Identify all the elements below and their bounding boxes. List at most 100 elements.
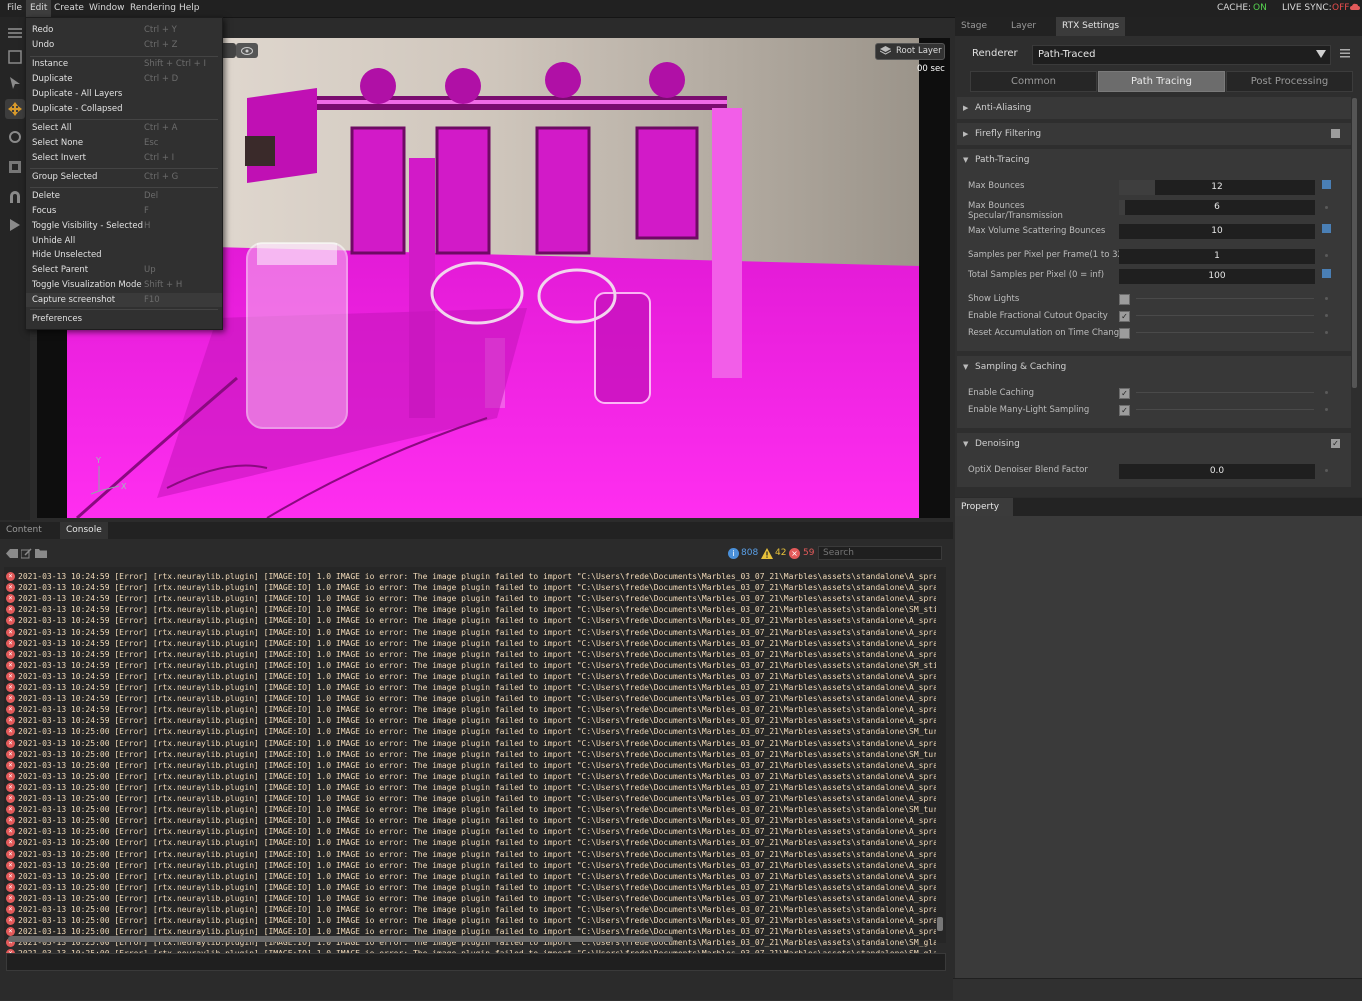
menu-item-unhide-all[interactable]: Unhide All <box>26 234 222 248</box>
menu-item-hide-unselected[interactable]: Hide Unselected <box>26 248 222 262</box>
tab-content[interactable]: Content <box>0 522 48 539</box>
section-firefly-filtering[interactable]: ▶ Firefly Filtering <box>957 123 1351 145</box>
tab-console[interactable]: Console <box>60 522 108 539</box>
menu-item-instance[interactable]: Instance Shift + Ctrl + I <box>26 57 222 71</box>
menu-item-select-all[interactable]: Select All Ctrl + A <box>26 121 222 135</box>
log-line[interactable]: × 2021-03-13 10:24:59 [Error] [rtx.neuray… <box>6 571 936 582</box>
menu-item-select-parent[interactable]: Select Parent Up <box>26 263 222 277</box>
log-horizontal-scrollbar[interactable] <box>8 936 673 942</box>
console-command-input[interactable] <box>6 953 946 971</box>
rotate-icon[interactable] <box>5 127 25 147</box>
menu-file[interactable]: File <box>3 0 26 17</box>
log-line[interactable]: ×2021-03-13 10:25:00 [Error] [rtx.neuray… <box>6 915 936 926</box>
renderer-dropdown[interactable]: Path-Traced <box>1032 45 1331 65</box>
menu-lines-icon[interactable] <box>1340 48 1350 61</box>
spp-frame-field[interactable]: 1 <box>1119 249 1315 264</box>
menu-item-group-selected[interactable]: Group Selected Ctrl + G <box>26 170 222 184</box>
chevron-down-icon[interactable]: ▼ <box>963 440 968 448</box>
move-icon[interactable] <box>5 99 25 119</box>
live-sync-status[interactable]: OFF <box>1332 0 1349 17</box>
log-line[interactable]: × 2021-03-13 10:24:59 [Error] [rtx.neuray… <box>6 682 936 693</box>
log-line[interactable]: ×2021-03-13 10:25:00 [Error] [rtx.neuray… <box>6 860 936 871</box>
log-line[interactable]: ×2021-03-13 10:25:00 [Error] [rtx.neuray… <box>6 849 936 860</box>
denoising-enable-checkbox[interactable]: ✓ <box>1331 439 1340 448</box>
error-icon[interactable]: × <box>789 548 800 559</box>
edit-icon[interactable] <box>20 548 32 562</box>
log-line[interactable]: × 2021-03-13 10:24:59 [Error] [rtx.neuray… <box>6 660 936 671</box>
total-spp-field[interactable]: 100 <box>1119 269 1315 284</box>
total-spp-reset-button[interactable] <box>1322 269 1331 278</box>
subtab-post-processing[interactable]: Post Processing <box>1226 71 1353 92</box>
max-bounces-field[interactable]: 12 <box>1119 180 1315 195</box>
max-bounces-reset-button[interactable] <box>1322 180 1331 189</box>
many-light-checkbox[interactable]: ✓ <box>1119 405 1130 416</box>
menu-item-redo[interactable]: Redo Ctrl + Y <box>26 23 222 37</box>
menu-item-capture-screenshot[interactable]: Capture screenshot F10 <box>26 293 222 307</box>
menu-item-duplicate[interactable]: Duplicate Ctrl + D <box>26 72 222 86</box>
transform-icon[interactable] <box>5 47 25 67</box>
folder-icon[interactable] <box>35 549 47 561</box>
fractional-cutout-checkbox[interactable]: ✓ <box>1119 311 1130 322</box>
reset-accum-checkbox[interactable] <box>1119 328 1130 339</box>
info-icon[interactable]: i <box>728 548 739 559</box>
log-line[interactable]: × 2021-03-13 10:24:59 [Error] [rtx.neuray… <box>6 715 936 726</box>
menu-item-select-invert[interactable]: Select Invert Ctrl + I <box>26 151 222 165</box>
show-lights-checkbox[interactable] <box>1119 294 1130 305</box>
tab-rtx-settings[interactable]: RTX Settings <box>1056 17 1126 36</box>
tab-layer[interactable]: Layer <box>1005 17 1042 36</box>
clear-log-icon[interactable] <box>6 549 18 561</box>
log-line[interactable]: × 2021-03-13 10:24:59 [Error] [rtx.neuray… <box>6 593 936 604</box>
enable-caching-checkbox[interactable]: ✓ <box>1119 388 1130 399</box>
log-line[interactable]: × 2021-03-13 10:24:59 [Error] [rtx.neuray… <box>6 582 936 593</box>
tab-property[interactable]: Property <box>955 498 1013 516</box>
log-line[interactable]: ×2021-03-13 10:25:00 [Error] [rtx.neuray… <box>6 804 936 815</box>
max-volume-field[interactable]: 10 <box>1119 224 1315 239</box>
log-line[interactable]: ×2021-03-13 10:25:00 [Error] [rtx.neuray… <box>6 837 936 848</box>
log-line[interactable]: ×2021-03-13 10:25:00 [Error] [rtx.neuray… <box>6 771 936 782</box>
panel-scrollbar[interactable] <box>1352 98 1357 388</box>
menu-rendering[interactable]: Rendering <box>126 0 180 17</box>
max-volume-reset-button[interactable] <box>1322 224 1331 233</box>
menu-item-focus[interactable]: Focus F <box>26 204 222 218</box>
console-search-input[interactable] <box>818 546 942 560</box>
menu-item-toggle-visibility[interactable]: Toggle Visibility - Selected H <box>26 219 222 233</box>
log-line[interactable]: ×2021-03-13 10:25:00 [Error] [rtx.neuray… <box>6 738 936 749</box>
menu-item-duplicate-collapsed[interactable]: Duplicate - Collapsed <box>26 102 222 116</box>
scale-icon[interactable] <box>5 157 25 177</box>
menu-edit[interactable]: Edit <box>26 0 52 17</box>
log-line[interactable]: × 2021-03-13 10:24:59 [Error] [rtx.neuray… <box>6 693 936 704</box>
select-arrow-icon[interactable] <box>5 73 25 93</box>
eye-icon[interactable] <box>236 43 258 58</box>
log-line[interactable]: ×2021-03-13 10:25:00 [Error] [rtx.neuray… <box>6 793 936 804</box>
tab-stage[interactable]: Stage <box>955 17 993 36</box>
cache-status[interactable]: ON <box>1253 0 1267 17</box>
menu-create[interactable]: Create <box>50 0 88 17</box>
log-line[interactable]: × 2021-03-13 10:24:59 [Error] [rtx.neuray… <box>6 604 936 615</box>
menu-item-duplicate-all-layers[interactable]: Duplicate - All Layers <box>26 87 222 101</box>
menu-item-toggle-visualization[interactable]: Toggle Visualization Mode Shift + H <box>26 278 222 292</box>
snap-magnet-icon[interactable] <box>5 187 25 207</box>
firefly-enable-checkbox[interactable] <box>1331 129 1340 138</box>
max-bounces-spec-field[interactable]: 6 <box>1119 200 1315 215</box>
log-line[interactable]: × 2021-03-13 10:24:59 [Error] [rtx.neuray… <box>6 638 936 649</box>
log-line[interactable]: × 2021-03-13 10:24:59 [Error] [rtx.neuray… <box>6 627 936 638</box>
menu-window[interactable]: Window <box>85 0 129 17</box>
log-line[interactable]: ×2021-03-13 10:25:00 [Error] [rtx.neuray… <box>6 826 936 837</box>
log-line[interactable]: ×2021-03-13 10:25:00 [Error] [rtx.neuray… <box>6 782 936 793</box>
menu-help[interactable]: Help <box>175 0 204 17</box>
log-line[interactable]: ×2021-03-13 10:25:00 [Error] [rtx.neuray… <box>6 726 936 737</box>
log-line[interactable]: × 2021-03-13 10:24:59 [Error] [rtx.neuray… <box>6 649 936 660</box>
warning-icon[interactable] <box>761 548 773 562</box>
subtab-path-tracing[interactable]: Path Tracing <box>1098 71 1225 92</box>
menu-item-preferences[interactable]: Preferences <box>26 312 222 326</box>
denoiser-blend-field[interactable]: 0.0 <box>1119 464 1315 479</box>
section-anti-aliasing[interactable]: ▶ Anti-Aliasing <box>957 97 1351 119</box>
log-line[interactable]: ×2021-03-13 10:25:00 [Error] [rtx.neuray… <box>6 882 936 893</box>
log-line[interactable]: ×2021-03-13 10:25:00 [Error] [rtx.neuray… <box>6 815 936 826</box>
menu-item-undo[interactable]: Undo Ctrl + Z <box>26 38 222 52</box>
hamburger-icon[interactable] <box>5 23 25 43</box>
root-layer-button[interactable]: Root Layer <box>875 43 945 60</box>
menu-item-select-none[interactable]: Select None Esc <box>26 136 222 150</box>
log-line[interactable]: ×2021-03-13 10:25:00 [Error] [rtx.neuray… <box>6 760 936 771</box>
subtab-common[interactable]: Common <box>970 71 1097 92</box>
